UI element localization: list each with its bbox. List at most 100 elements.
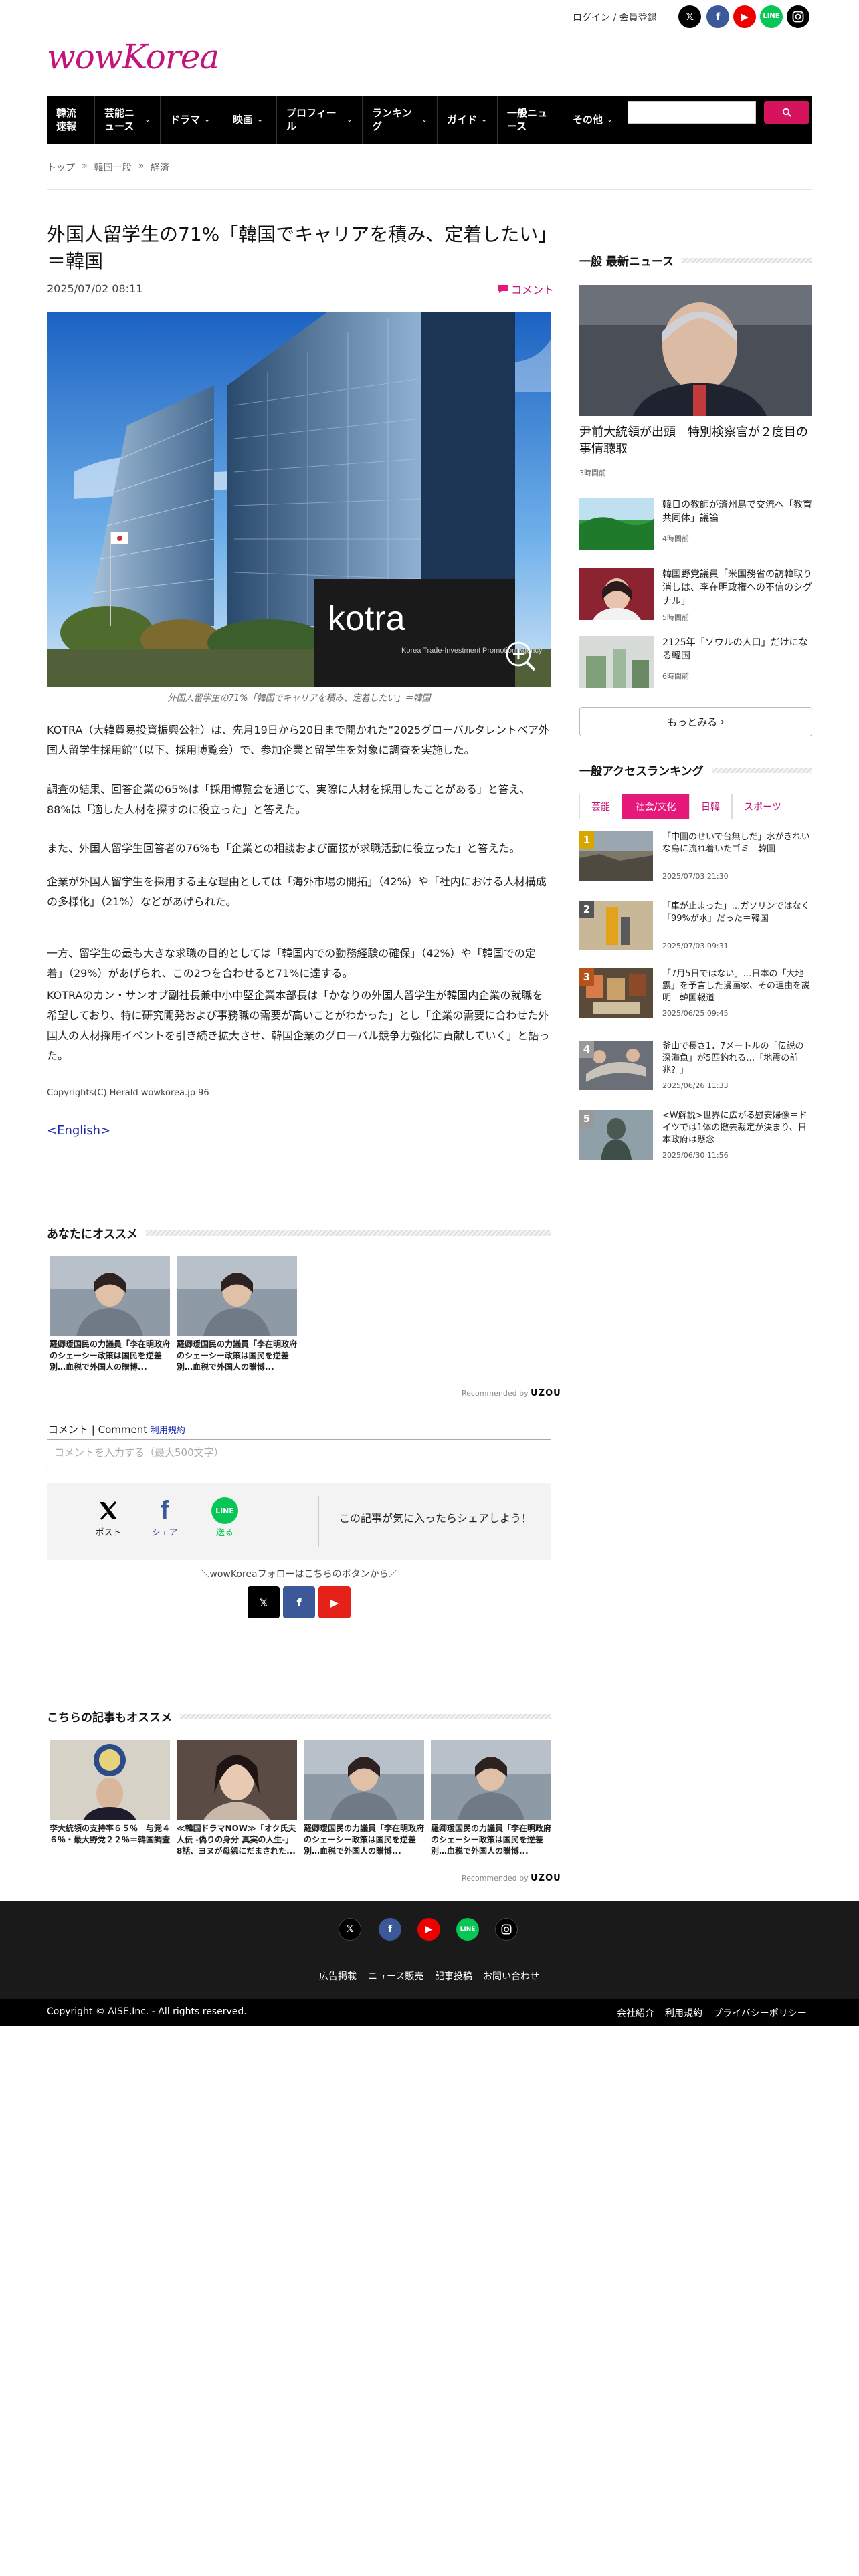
featured-news-image[interactable] bbox=[579, 285, 812, 416]
heading-rule bbox=[711, 767, 812, 773]
footer-link-contact[interactable]: お問い合わせ bbox=[483, 1969, 539, 1983]
share-line-button[interactable]: LINE 送る bbox=[205, 1496, 245, 1538]
nav-item-label: ドラマ bbox=[170, 113, 201, 126]
ranking-title: 「7月5日ではない」…日本の「大地震」を予言した漫画家、その理由を説明＝韓国報道 bbox=[662, 969, 811, 1003]
follow-x-button[interactable]: 𝕏 bbox=[248, 1586, 280, 1618]
x-icon[interactable]: 𝕏 bbox=[339, 1918, 361, 1941]
chevron-down-icon: ⌄ bbox=[607, 114, 613, 124]
breadcrumb-economy[interactable]: 経済 bbox=[151, 160, 169, 174]
line-icon[interactable]: LINE bbox=[456, 1918, 479, 1941]
rank-number: 1 bbox=[579, 831, 594, 849]
tab-sports[interactable]: スポーツ bbox=[732, 794, 793, 819]
recommend-card[interactable]: 羅卿瑗国民の力議員「李在明政府のシェーシー政策は国民を逆差別…血税で外国人の贈博… bbox=[431, 1740, 551, 1857]
article-paragraph: 企業が外国人留学生を採用する主な理由としては「海外市場の開拓」（42%）や「社内… bbox=[47, 875, 547, 908]
ranking-item[interactable]: 2 「車が止まった」…ガソリンではなく「99%が水」だった＝韓国 2025/07… bbox=[579, 901, 812, 950]
chevron-down-icon: ⌄ bbox=[346, 114, 353, 124]
ranking-item[interactable]: 4 釜山で長さ1．7メートルの「伝説の深海魚」が5匹釣れる…「地震の前兆？」 2… bbox=[579, 1041, 812, 1090]
follow-youtube-button[interactable]: ▶ bbox=[318, 1586, 351, 1618]
nav-item-profile[interactable]: プロフィール ⌄ bbox=[277, 96, 363, 144]
nav-item-label: ガイド bbox=[447, 113, 478, 126]
breadcrumb: トップ » 韓国一般 » 経済 bbox=[47, 160, 169, 174]
youtube-icon[interactable]: ▶ bbox=[733, 5, 756, 28]
share-x-button[interactable]: ポスト bbox=[88, 1496, 128, 1538]
search-button[interactable] bbox=[764, 101, 809, 124]
footer-link-news-sales[interactable]: ニュース販売 bbox=[368, 1969, 423, 1983]
footer-link-privacy[interactable]: プライバシーポリシー bbox=[713, 2006, 807, 2020]
terms-link[interactable]: 利用規約 bbox=[151, 1426, 185, 1436]
nav-item-label: 一般ニュース bbox=[507, 106, 548, 132]
news-item[interactable]: 韓日の教師が済州島で交流へ「教育共同体」議論 4時間前 bbox=[579, 498, 812, 552]
ranking-item[interactable]: 3 「7月5日ではない」…日本の「大地震」を予言した漫画家、その理由を説明＝韓国… bbox=[579, 968, 812, 1018]
news-item[interactable]: 韓国野党議員「米国務省の訪韓取り消しは、李在明政権への不信のシグナル」 5時間前 bbox=[579, 568, 812, 622]
footer bbox=[0, 1901, 859, 1999]
comment-link-label: コメント bbox=[511, 284, 555, 296]
ranking-item[interactable]: 5 <W解説>世界に広がる慰安婦像＝ドイツでは1体の撤去裁定が決まり、日本政府は… bbox=[579, 1110, 812, 1160]
recommend-card[interactable]: 羅卿瑗国民の力議員「李在明政府のシェーシー政策は国民を逆差別…血税で外国人の贈博… bbox=[50, 1256, 170, 1373]
comment-input[interactable]: コメントを入力する（最大500文字） bbox=[47, 1439, 551, 1467]
nav-item-entertainment-news[interactable]: 芸能ニュース ⌄ bbox=[95, 96, 161, 144]
ranking-title: 「中国のせいで台無しだ」水がきれいな島に流れ着いたゴミ＝韓国 bbox=[662, 832, 810, 854]
nav-item-drama[interactable]: ドラマ ⌄ bbox=[161, 96, 223, 144]
nav-item-ranking[interactable]: ランキング ⌄ bbox=[363, 96, 438, 144]
tab-entertainment[interactable]: 芸能 bbox=[579, 794, 622, 819]
login-link[interactable]: ログイン / 会員登録 bbox=[573, 11, 657, 24]
ranking-item[interactable]: 1 「中国のせいで台無しだ」水がきれいな島に流れ着いたゴミ＝韓国 2025/07… bbox=[579, 831, 812, 881]
page: ログイン / 会員登録 𝕏 f ▶ LINE wowKorea 韓流速報 芸能ニ… bbox=[0, 0, 859, 2576]
footer-link-article-submission[interactable]: 記事投稿 bbox=[435, 1969, 472, 1983]
comment-label: コメント | Comment 利用規約 bbox=[48, 1422, 185, 1436]
share-label: 送る bbox=[215, 1528, 233, 1538]
nav-item-general-news[interactable]: 一般ニュース bbox=[498, 96, 563, 144]
search-icon bbox=[782, 108, 791, 117]
news-item[interactable]: 2125年「ソウルの人口」だけになる韓国 6時間前 bbox=[579, 636, 812, 689]
tab-society-culture[interactable]: 社会/文化 bbox=[622, 794, 689, 819]
site-logo[interactable]: wowKorea bbox=[47, 37, 219, 80]
search-input[interactable] bbox=[628, 101, 756, 124]
article-date: 2025/07/02 08:11 bbox=[47, 282, 143, 295]
youtube-icon: ▶ bbox=[330, 1596, 339, 1609]
recommend-card[interactable]: 羅卿瑗国民の力議員「李在明政府のシェーシー政策は国民を逆差別…血税で外国人の贈博… bbox=[304, 1740, 424, 1857]
tab-japan-korea[interactable]: 日韓 bbox=[689, 794, 732, 819]
footer-link-terms[interactable]: 利用規約 bbox=[665, 2006, 702, 2020]
featured-news-title[interactable]: 尹前大統領が出頭 特別検察官が２度目の事情聴取 bbox=[579, 424, 812, 457]
x-icon[interactable]: 𝕏 bbox=[678, 5, 701, 28]
line-icon[interactable]: LINE bbox=[760, 5, 783, 28]
chevron-down-icon: ⌄ bbox=[481, 114, 488, 124]
facebook-icon[interactable]: f bbox=[706, 5, 729, 28]
uzou-logo: UZOU bbox=[531, 1873, 561, 1883]
facebook-icon[interactable]: f bbox=[379, 1918, 401, 1941]
recommend-card[interactable]: 李大統領の支持率６５％ 与党４６％・最大野党２２％＝韓国調査 bbox=[50, 1740, 170, 1846]
footer-link-company[interactable]: 会社紹介 bbox=[617, 2006, 654, 2020]
nav-item-other[interactable]: その他 ⌄ bbox=[563, 96, 628, 144]
youtube-icon[interactable]: ▶ bbox=[417, 1918, 440, 1941]
more-button[interactable]: もっとみる › bbox=[579, 707, 812, 736]
share-prompt: この記事が気に入ったらシェアしよう！ bbox=[339, 1512, 532, 1525]
chevron-down-icon: ⌄ bbox=[144, 114, 151, 124]
news-thumbnail bbox=[579, 636, 654, 688]
card-thumbnail bbox=[50, 1740, 170, 1820]
nav-item-guide[interactable]: ガイド ⌄ bbox=[438, 96, 498, 144]
article-paragraph: また、外国人留学生回答者の76%も「企業との相談および面接が求職活動に役立った」… bbox=[47, 842, 520, 855]
ranking-title: <W解説>世界に広がる慰安婦像＝ドイツでは1体の撤去裁定が決まり、日本政府は懸念 bbox=[662, 1111, 807, 1145]
english-link[interactable]: <English> bbox=[47, 1123, 110, 1138]
featured-news-meta: 3時間前 bbox=[579, 469, 606, 477]
recommend-heading: あなたにオススメ bbox=[47, 1224, 551, 1241]
instagram-icon[interactable] bbox=[787, 5, 809, 28]
breadcrumb-korea-general[interactable]: 韓国一般 bbox=[94, 160, 132, 174]
recommended-by: Recommended by UZOU bbox=[462, 1388, 561, 1398]
follow-facebook-button[interactable]: f bbox=[283, 1586, 315, 1618]
instagram-icon[interactable] bbox=[495, 1918, 518, 1941]
recommend-card[interactable]: ≪韓国ドラマNOW≫「オク氏夫人伝 -偽りの身分 真実の人生-」8話、ヨヌが母親… bbox=[177, 1740, 297, 1857]
card-caption: 羅卿瑗国民の力議員「李在明政府のシェーシー政策は国民を逆差別…血税で外国人の贈博… bbox=[304, 1824, 425, 1856]
share-facebook-button[interactable]: f シェア bbox=[145, 1496, 185, 1539]
comment-link[interactable]: コメント bbox=[498, 281, 554, 297]
share-label: シェア bbox=[151, 1528, 178, 1538]
nav-item-movie[interactable]: 映画 ⌄ bbox=[223, 96, 277, 144]
nav-item-hanryu-sokuho[interactable]: 韓流速報 bbox=[47, 96, 95, 144]
card-thumbnail bbox=[50, 1256, 170, 1336]
breadcrumb-top[interactable]: トップ bbox=[47, 160, 75, 174]
recommend-card[interactable]: 羅卿瑗国民の力議員「李在明政府のシェーシー政策は国民を逆差別…血税で外国人の贈博… bbox=[177, 1256, 297, 1373]
footer-link-advertising[interactable]: 広告掲載 bbox=[319, 1969, 357, 1983]
top-bar: ログイン / 会員登録 𝕏 f ▶ LINE bbox=[0, 0, 859, 35]
card-thumbnail bbox=[431, 1740, 551, 1820]
article-photo[interactable]: kotra Korea Trade-Investment Promotion A… bbox=[47, 312, 551, 687]
